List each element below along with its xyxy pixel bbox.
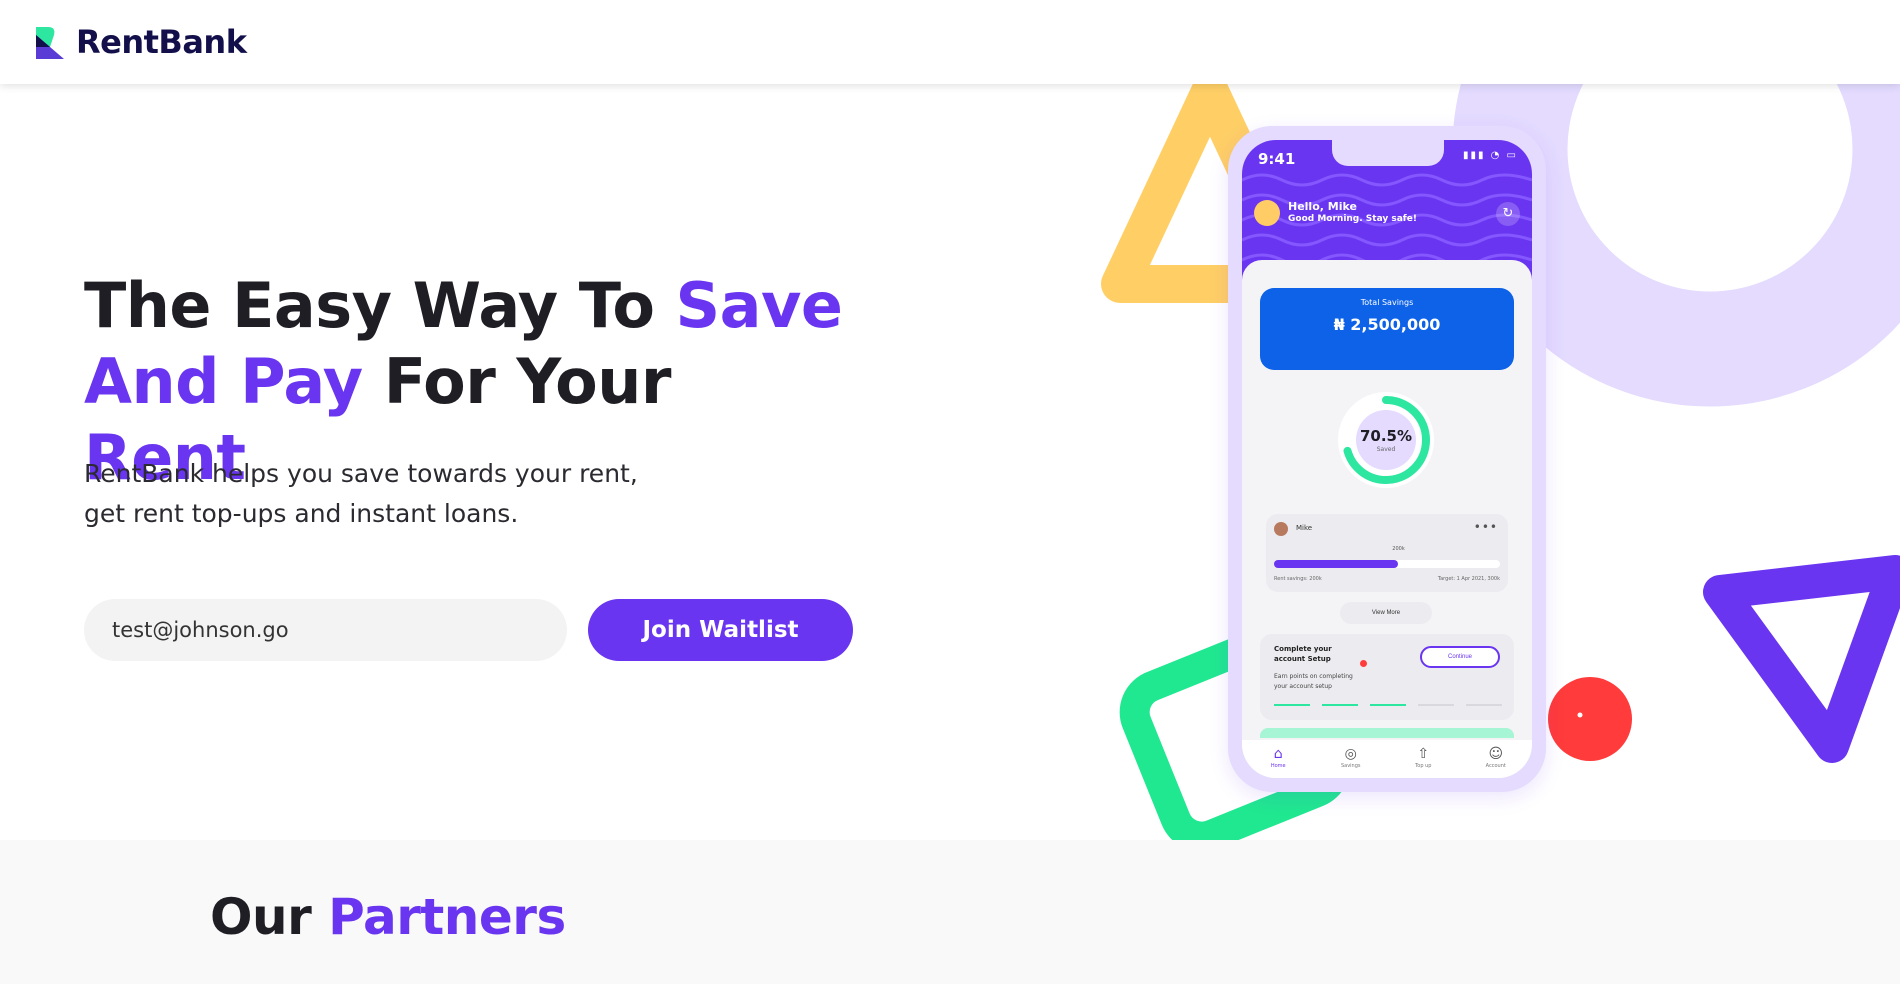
partners-title-text: Our xyxy=(210,888,329,946)
home-icon: ⌂ xyxy=(1273,746,1283,762)
hero-title-text: The Easy Way To xyxy=(84,269,676,342)
tab-savings[interactable]: ◎ Savings xyxy=(1325,746,1377,769)
rentbank-logo-icon xyxy=(36,27,64,59)
tab-label: Top up xyxy=(1415,763,1432,769)
hero-subtitle-line: RentBank helps you save towards your ren… xyxy=(84,459,638,488)
setup-step xyxy=(1322,704,1358,706)
partners-title: Our Partners xyxy=(210,888,566,946)
hero-title-accent-save: Save xyxy=(675,269,843,342)
join-waitlist-button[interactable]: Join Waitlist xyxy=(588,599,853,661)
goal-progress-fill xyxy=(1274,560,1399,568)
brand-name: RentBank xyxy=(76,23,247,61)
email-input[interactable] xyxy=(84,599,567,661)
goal-current-label: Rent savings: 200k xyxy=(1274,576,1322,582)
goal-target-label: Target: 1 Apr 2021, 300k xyxy=(1437,576,1500,582)
savings-label: Total Savings xyxy=(1360,298,1414,307)
refresh-icon[interactable]: ↻ xyxy=(1496,202,1520,226)
setup-step xyxy=(1418,704,1454,706)
signal-battery-icon: ▮▮▮ ◔ ▭ xyxy=(1462,150,1518,161)
tab-account[interactable]: ☺ Account xyxy=(1470,746,1522,769)
goal-avatar xyxy=(1274,522,1288,536)
phone-mockup: 9:41 ▮▮▮ ◔ ▭ Hello, Mike Good Morning. S… xyxy=(1228,126,1546,792)
partners-section: Our Partners xyxy=(0,840,1900,984)
setup-steps xyxy=(1274,704,1502,706)
phone-tab-bar: ⌂ Home ◎ Savings ⇧ Top up ☺ Account xyxy=(1242,740,1532,778)
account-setup-card: Complete your account Setup Continue Ear… xyxy=(1260,634,1514,720)
savings-amount: ₦ 2,500,000 xyxy=(1333,315,1441,334)
setup-description: Earn points on completing your account s… xyxy=(1274,673,1353,690)
hero-subtitle: RentBank helps you save towards your ren… xyxy=(84,454,704,534)
tab-label: Savings xyxy=(1340,763,1361,769)
hero-subtitle-line: get rent top-ups and instant loans. xyxy=(84,499,519,528)
brand-logo[interactable]: RentBank xyxy=(34,23,247,61)
greeting-subtitle: Good Morning. Stay safe! xyxy=(1288,214,1417,224)
progress-label: Saved xyxy=(1376,446,1396,453)
site-header: RentBank xyxy=(0,0,1900,84)
hero-title-text: For Your xyxy=(362,345,672,418)
hero-section: The Easy Way To Save And Pay For Your Re… xyxy=(0,84,1900,840)
phone-screen: 9:41 ▮▮▮ ◔ ▭ Hello, Mike Good Morning. S… xyxy=(1242,140,1532,778)
phone-notch xyxy=(1332,140,1444,166)
tab-home[interactable]: ⌂ Home xyxy=(1252,746,1304,769)
goal-name: Mike xyxy=(1296,524,1313,532)
more-options-icon[interactable]: ••• xyxy=(1474,520,1498,534)
setup-step xyxy=(1274,704,1310,706)
red-circle-shape xyxy=(1548,677,1632,761)
next-card-peek xyxy=(1260,728,1514,738)
total-savings-card: Total Savings ₦ 2,500,000 xyxy=(1260,288,1514,370)
goal-marker-label: 200k xyxy=(1392,546,1405,552)
savings-goal-card: Mike ••• 200k Rent savings: 200k Target:… xyxy=(1266,514,1508,592)
tab-label: Account xyxy=(1485,763,1506,769)
purple-triangle-shape xyxy=(1703,555,1900,763)
setup-step xyxy=(1370,704,1406,706)
avatar xyxy=(1254,200,1280,226)
continue-button[interactable]: Continue xyxy=(1420,646,1500,668)
notification-dot xyxy=(1360,660,1367,667)
progress-percent: 70.5% xyxy=(1359,427,1413,445)
view-more-button[interactable]: View More xyxy=(1340,602,1432,624)
greeting-name: Hello, Mike xyxy=(1288,200,1357,213)
goal-progress-track xyxy=(1274,560,1500,568)
tab-label: Home xyxy=(1270,763,1286,769)
setup-step xyxy=(1466,704,1502,706)
account-icon: ☺ xyxy=(1488,746,1504,762)
hero-title-accent-and-pay: And Pay xyxy=(84,345,363,418)
partners-title-accent: Partners xyxy=(328,888,566,946)
piggy-bank-icon: ◎ xyxy=(1344,746,1357,762)
status-time: 9:41 xyxy=(1258,150,1296,168)
setup-title: Complete your account Setup xyxy=(1274,645,1332,663)
tab-top-up[interactable]: ⇧ Top up xyxy=(1397,746,1449,769)
top-up-icon: ⇧ xyxy=(1417,746,1430,762)
